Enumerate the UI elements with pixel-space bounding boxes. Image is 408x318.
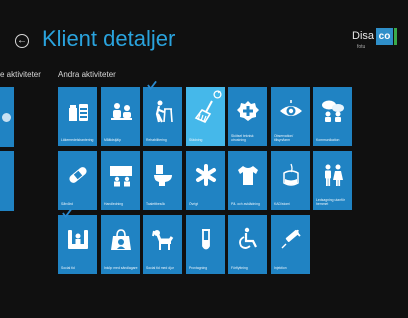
activity-tile[interactable]: Läkemedelshantering (58, 87, 97, 146)
activity-tile-label: Social tid med djur (146, 266, 174, 270)
conversation-icon (321, 100, 344, 122)
shopping-bag-icon (110, 229, 131, 250)
catheter-bag-icon (282, 163, 299, 186)
back-arrow-icon[interactable]: ← (15, 34, 29, 48)
activity-tile[interactable]: KAD/stomi (271, 151, 310, 210)
social-time-icon (67, 230, 88, 249)
activity-tile[interactable]: Måltidstjälp (101, 87, 140, 146)
wheelchair-icon (238, 227, 257, 249)
medicine-icon (68, 104, 88, 121)
activity-tile[interactable]: Sårvård (58, 151, 97, 210)
activity-tile-label: Handledning (104, 202, 124, 206)
meal-icon (110, 103, 132, 120)
activity-tile-label: Läkemedelshantering (61, 138, 94, 142)
activity-tile-label: Ledsagning utanför hemmet (316, 198, 346, 206)
activity-tile[interactable]: Skötsel teknisk utrustning (228, 87, 267, 146)
activity-tile[interactable]: Förflyttning (228, 215, 267, 274)
page-title: Klient detaljer (42, 26, 176, 51)
section-label-other-activities: Andra aktiviteter (58, 70, 116, 79)
activity-tile[interactable]: Kommunikation (313, 87, 352, 146)
activity-tile-label: KAD/stomi (274, 202, 291, 206)
brand-text: Disa (352, 30, 375, 42)
activity-tile-label: Städning (189, 138, 203, 142)
activity-tile[interactable]: Social tid (58, 208, 97, 274)
activity-tile-label: Förflyttning (231, 266, 248, 270)
walker-icon (155, 100, 173, 123)
toilet-icon (153, 165, 172, 186)
activity-tile-label: På- och avklädning (231, 202, 260, 206)
bandage-icon (68, 167, 87, 183)
refresh-icon (213, 90, 222, 99)
left-activity-tile-1[interactable] (0, 87, 14, 147)
activity-tile[interactable]: Ledsagning utanför hemmet (313, 151, 352, 210)
activity-tile[interactable]: Social tid med djur (143, 215, 182, 274)
activity-tile[interactable]: Observation/ tillsyn/larm (271, 87, 310, 146)
brand-logo-box: co (376, 28, 398, 45)
activity-tile-label: Rehabilitering (146, 138, 167, 142)
dog-icon (151, 230, 173, 250)
activity-tile[interactable]: Handledning (101, 151, 140, 210)
activity-tile[interactable]: På- och avklädning (228, 151, 267, 210)
client-details-screen: ← Klient detaljer Disa co fotu e aktivit… (0, 0, 408, 318)
syringe-icon (281, 229, 301, 249)
instruction-icon (109, 166, 132, 187)
activity-tile-label: Övrigt (189, 202, 199, 206)
partial-tile-icon (2, 113, 11, 122)
activity-tile[interactable]: Injektion (271, 215, 310, 274)
brand-subtext: fotu (357, 44, 366, 50)
technical-aid-icon (236, 101, 259, 121)
activity-tile-label: Toalettbesök (146, 202, 166, 206)
activity-tile[interactable]: Städning (186, 87, 225, 146)
shirt-icon (237, 166, 258, 185)
activity-tile-label: Kommunikation (316, 138, 340, 142)
activity-tile-label: Sårvård (61, 202, 73, 206)
escort-icon (324, 164, 343, 186)
activity-tile-label: Skötsel teknisk utrustning (231, 134, 254, 142)
asterisk-icon (195, 164, 216, 186)
activity-tile-label: Provtagning (189, 266, 208, 270)
activity-tile-label: Observation/ tillsyn/larm (274, 134, 294, 142)
activity-tile[interactable]: Provtagning (186, 215, 225, 274)
section-label-left: e aktiviteter (0, 70, 41, 79)
activity-tile[interactable]: Övrigt (186, 151, 225, 210)
eye-icon (279, 100, 302, 116)
activity-tile-label: Inköp med sändlagare (104, 266, 138, 270)
activity-tile[interactable]: Inköp med sändlagare (101, 215, 140, 274)
left-activity-tile-2[interactable] (0, 151, 14, 211)
activity-tile[interactable]: Rehabilitering (143, 80, 182, 146)
brand-logo: Disa co (352, 28, 398, 45)
activity-tile-label: Måltidstjälp (104, 138, 121, 142)
activity-tile-label: Injektion (274, 266, 287, 270)
test-tube-icon (201, 229, 210, 250)
broom-icon (194, 100, 213, 123)
checkmark-icon (147, 80, 157, 90)
activity-tile[interactable]: Toalettbesök (143, 151, 182, 210)
checkmark-icon (62, 208, 72, 218)
activity-tile-label: Social tid (61, 266, 75, 270)
